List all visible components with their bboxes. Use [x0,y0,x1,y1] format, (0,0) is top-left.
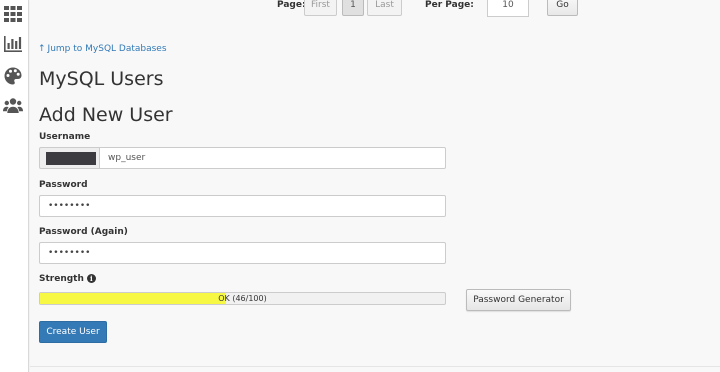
username-input[interactable]: wp_user [99,147,446,169]
username-prefix [39,147,100,169]
password-again-input[interactable]: •••••••• [39,242,446,264]
last-page-button[interactable]: Last [367,0,402,16]
arrow-up-icon: ↑ [38,44,46,54]
username-label: Username [39,132,91,142]
main-content: Page: First 1 Last Per Page: 10 Go ↑ Jump… [30,0,720,372]
first-page-button[interactable]: First [304,0,337,16]
section-title: Add New User [39,104,173,126]
grid-icon[interactable] [3,4,23,24]
divider [30,366,720,367]
current-page-button[interactable]: 1 [342,0,364,16]
per-page-input[interactable]: 10 [487,0,529,17]
strength-label-row: Strength i [39,274,96,284]
palette-icon[interactable] [3,66,23,86]
sidebar [0,0,29,372]
strength-text: OK (46/100) [218,294,267,303]
create-user-button[interactable]: Create User [39,321,107,343]
password-label: Password [39,180,88,190]
password-again-label: Password (Again) [39,227,128,237]
info-icon[interactable]: i [86,274,96,283]
page-title: MySQL Users [39,68,164,90]
redacted-prefix [46,152,96,165]
per-page-label: Per Page: [425,0,474,10]
strength-meter: OK (46/100) [39,292,446,305]
jump-link-label: Jump to MySQL Databases [47,44,167,54]
chart-icon[interactable] [3,34,23,54]
go-button[interactable]: Go [547,0,578,16]
users-icon[interactable] [3,96,23,116]
page-label: Page: [277,0,306,10]
jump-to-databases-link[interactable]: ↑ Jump to MySQL Databases [38,44,167,54]
strength-label: Strength [39,274,84,284]
password-generator-button[interactable]: Password Generator [466,289,571,311]
password-input[interactable]: •••••••• [39,195,446,217]
